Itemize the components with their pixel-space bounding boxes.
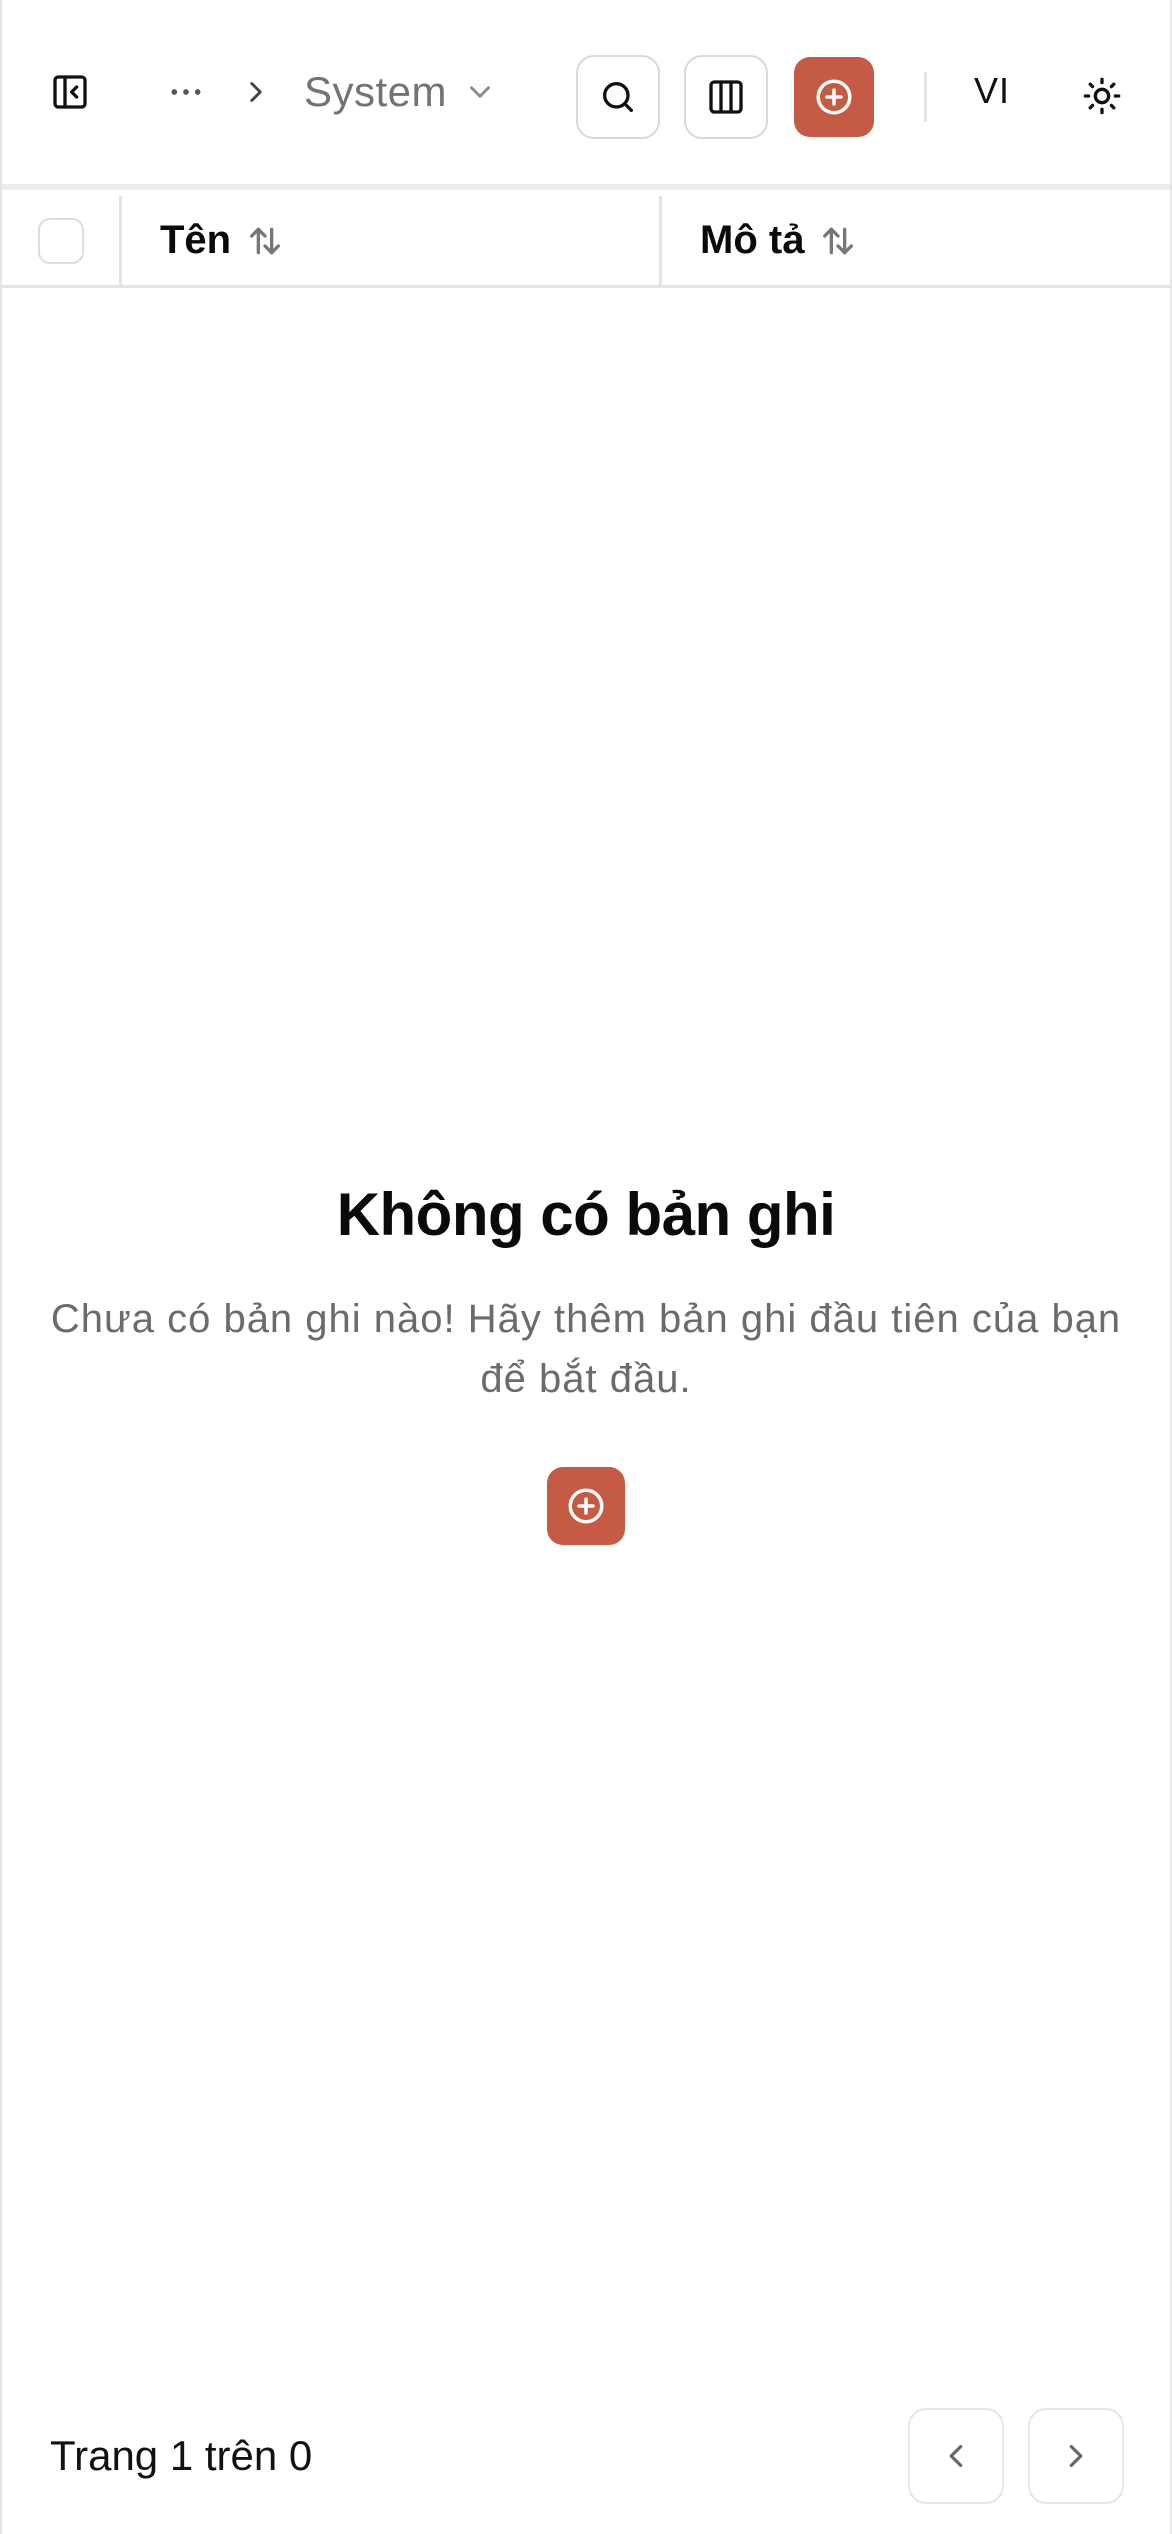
columns-icon [709,80,743,114]
select-all-checkbox[interactable] [37,217,84,264]
sidebar-toggle-button[interactable] [44,66,96,118]
table-header: Tên Mô tả [2,196,1170,288]
page-info: Trang 1 trên 0 [50,2432,313,2479]
empty-state: Không có bản ghi Chưa có bản ghi nào! Hã… [2,1180,1170,1545]
breadcrumb-more-button[interactable] [160,66,212,118]
chevron-right-icon [250,82,262,102]
search-button[interactable] [576,55,660,139]
sort-icon [250,227,281,254]
column-header-description[interactable]: Mô tả [662,196,1170,285]
sidebar-toggle-icon [53,75,87,109]
search-icon [603,82,633,113]
language-switcher[interactable]: VI [974,70,1010,112]
ellipsis-icon [171,89,201,95]
next-page-button[interactable] [1028,2408,1124,2504]
theme-toggle-button[interactable] [1076,70,1128,122]
breadcrumb-current-label: System [304,68,448,115]
empty-state-description: Chưa có bản ghi nào! Hãy thêm bản ghi đầ… [50,1297,1122,1401]
chevron-left-icon [949,2444,963,2468]
app-frame: System VI Tên Mô tả Không có bản ghi Chư… [0,0,1172,2534]
chevron-down-icon [470,86,490,98]
empty-state-title: Không có bản ghi [336,1181,836,1248]
select-all-cell [2,196,122,285]
sun-icon [1083,77,1121,115]
pagination-bar: Trang 1 trên 0 [2,2408,1170,2504]
breadcrumb-separator [234,66,278,118]
empty-state-add-button[interactable] [547,1467,625,1545]
add-record-button[interactable] [794,57,874,137]
toolbar-divider [924,72,927,122]
breadcrumb-current-dropdown[interactable]: System [304,68,497,116]
previous-page-button[interactable] [908,2408,1004,2504]
column-header-label: Tên [160,218,232,262]
column-header-label: Mô tả [700,218,805,262]
column-header-name[interactable]: Tên [122,196,662,285]
sort-icon [823,227,854,254]
plus-circle-icon [816,79,852,115]
columns-toggle-button[interactable] [684,55,768,139]
plus-circle-icon [568,1488,604,1524]
chevron-right-icon [1069,2444,1083,2468]
